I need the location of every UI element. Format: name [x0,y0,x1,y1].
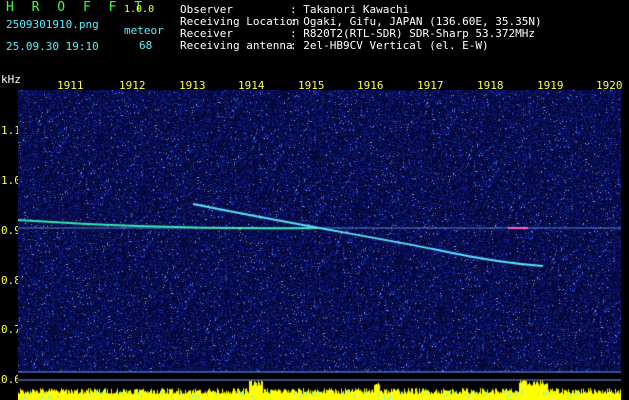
detection-mode: meteor [124,24,164,37]
info-label-antenna: Receiving antenna [180,39,293,52]
info-value-antenna: : 2el-HB9CV Vertical (el. E-W) [290,39,489,52]
app-version: 1.0.0 [124,4,155,15]
detection-count: 68 [139,39,153,52]
spectrogram-canvas [18,90,621,400]
hrofft-screen: H R O F F T 1.0.0 2509301910.png 25.09.3… [0,0,629,400]
y-unit-label: kHz [1,73,21,86]
date-time: 25.09.30 19:10 [6,40,99,53]
file-name: 2509301910.png [6,18,99,31]
spectrogram [18,90,621,400]
